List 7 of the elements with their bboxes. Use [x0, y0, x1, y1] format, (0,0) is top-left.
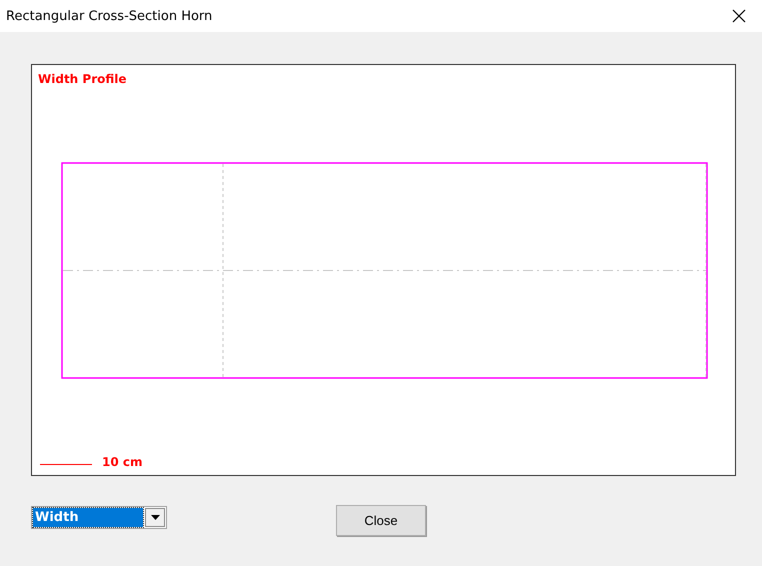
window-title: Rectangular Cross-Section Horn — [6, 8, 212, 24]
scale-bar — [40, 464, 92, 465]
caret-icon[interactable] — [145, 508, 165, 527]
close-button[interactable]: Close — [336, 505, 426, 536]
plot-title: Width Profile — [38, 72, 126, 86]
scale-label: 10 cm — [102, 455, 142, 469]
profile-dropdown[interactable]: Width — [31, 506, 167, 529]
